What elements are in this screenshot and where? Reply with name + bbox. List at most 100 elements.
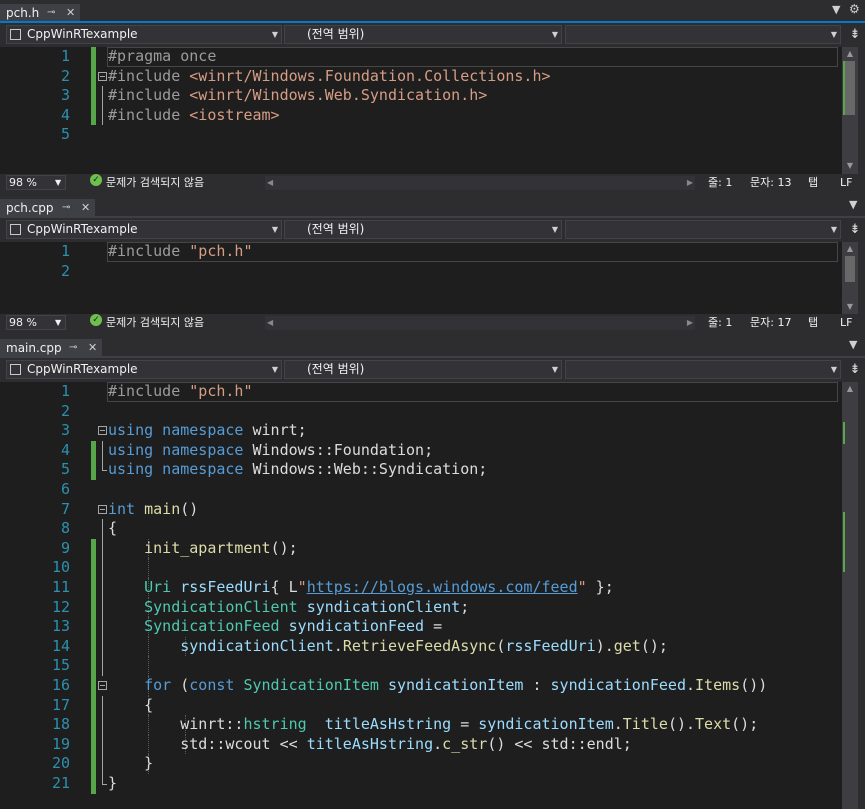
pin-icon[interactable]: ⊸ — [62, 199, 70, 217]
code-editor[interactable]: 1 #include "pch.h" 2 3 using namespace winrt… — [0, 382, 842, 809]
horizontal-scrollbar[interactable]: ◀ ▶ — [265, 176, 695, 190]
scroll-left-icon[interactable]: ◀ — [267, 316, 273, 330]
navigation-bar: CppWinRTexample ▼ (전역 범위) ▼ ▼ ⇟ — [0, 358, 865, 382]
code-line[interactable]: 17 { — [0, 695, 842, 716]
close-icon[interactable]: ✕ — [81, 199, 90, 217]
code-token: #include — [108, 242, 190, 260]
code-line[interactable]: 11 Uri rssFeedUri{ L"https://blogs.windo… — [0, 578, 842, 598]
collapse-icon[interactable] — [98, 504, 107, 514]
code-line[interactable]: 19 std::wcout << titleAsHstring.c_str() … — [0, 734, 842, 755]
code-line[interactable]: 10 — [0, 558, 842, 578]
scrollbar-thumb[interactable] — [845, 256, 855, 282]
code-line[interactable]: 13 SyndicationFeed syndicationFeed = — [0, 617, 842, 637]
scroll-right-icon[interactable]: ▶ — [687, 176, 693, 190]
vertical-scrollbar[interactable]: ▲ ▼ — [842, 47, 858, 174]
url-link[interactable]: https://blogs.windows.com/feed — [307, 578, 578, 596]
code-line[interactable]: 5 — [0, 125, 842, 145]
code-line[interactable]: 5 using namespace Windows::Web::Syndicati… — [0, 460, 842, 480]
scroll-left-icon[interactable]: ◀ — [267, 176, 273, 190]
close-icon[interactable]: ✕ — [88, 339, 97, 357]
code-line[interactable]: 2 — [0, 262, 842, 282]
pin-icon[interactable]: ⊸ — [47, 4, 55, 22]
collapse-icon[interactable] — [98, 681, 107, 690]
issues-status[interactable]: 문제가 검색되지 않음 — [106, 314, 204, 332]
chevron-down-icon: ▼ — [271, 30, 278, 39]
code-token: " — [297, 578, 307, 596]
line-number: 4 — [60, 440, 70, 459]
code-line[interactable]: 20 } — [0, 754, 842, 774]
scope-dropdown[interactable]: (전역 범위) ▼ — [284, 25, 562, 44]
code-line[interactable]: 18 winrt::hstring titleAsHstring = syndi… — [0, 715, 842, 735]
split-window-icon[interactable]: ⇟ — [847, 222, 863, 238]
line-ending-indicator: LF — [840, 316, 853, 329]
horizontal-scrollbar[interactable]: ◀ ▶ — [265, 316, 695, 330]
issues-status[interactable]: 문제가 검색되지 않음 — [106, 174, 204, 192]
member-dropdown[interactable]: ▼ — [565, 25, 841, 44]
project-dropdown[interactable]: CppWinRTexample ▼ — [6, 25, 282, 44]
scope-dropdown[interactable]: (전역 범위) ▼ — [284, 220, 562, 239]
code-line[interactable]: 14 syndicationClient.RetrieveFeedAsync(r… — [0, 636, 842, 657]
scroll-up-icon[interactable]: ▲ — [842, 384, 858, 393]
code-token: syndicationFeed — [288, 617, 425, 636]
code-line[interactable]: 12 SyndicationClient syndicationClient; — [0, 597, 842, 618]
vertical-scrollbar[interactable]: ▲ ▼ — [842, 242, 858, 314]
chevron-down-icon: ▼ — [551, 30, 558, 39]
code-line[interactable]: 2 — [0, 402, 842, 422]
close-icon[interactable]: ✕ — [66, 4, 75, 22]
code-line[interactable]: 4 #include <iostream> — [0, 105, 842, 126]
zoom-dropdown[interactable]: 98 % ▼ — [6, 175, 66, 190]
code-editor[interactable]: 1 #include "pch.h" 2 — [0, 242, 842, 314]
member-dropdown[interactable]: ▼ — [565, 360, 841, 379]
split-window-icon[interactable]: ⇟ — [847, 362, 863, 378]
code-line[interactable]: 8{ — [0, 519, 842, 539]
tab-main-cpp[interactable]: main.cpp ⊸ ✕ — [0, 339, 102, 357]
code-line[interactable]: 1 #pragma once — [0, 47, 842, 67]
tab-strip: pch.h ⊸ ✕ ▼ ⚙ — [0, 0, 865, 22]
collapse-icon[interactable] — [98, 426, 107, 436]
chevron-down-icon[interactable]: ▼ — [849, 338, 857, 351]
chevron-down-icon[interactable]: ▼ — [832, 3, 840, 16]
project-dropdown[interactable]: CppWinRTexample ▼ — [6, 220, 282, 239]
editor-pane-pch-h: pch.h ⊸ ✕ ▼ ⚙ CppWinRTexample ▼ (전역 범위) … — [0, 0, 865, 194]
pin-icon[interactable]: ⊸ — [69, 339, 77, 357]
chevron-down-icon: ▼ — [551, 225, 558, 234]
zoom-dropdown[interactable]: 98 % ▼ — [6, 315, 66, 330]
code-editor[interactable]: 1 #pragma once 2 #include <winrt/Windows.Fo… — [0, 47, 842, 174]
code-line[interactable]: 15 — [0, 656, 842, 676]
vertical-scrollbar[interactable]: ▲ — [842, 382, 858, 809]
chevron-down-icon[interactable]: ▼ — [849, 198, 857, 211]
scroll-up-icon[interactable]: ▲ — [842, 49, 858, 58]
code-text: #include "pch.h" — [108, 382, 253, 402]
gear-icon[interactable]: ⚙ — [849, 2, 860, 16]
scroll-down-icon[interactable]: ▼ — [842, 302, 858, 311]
code-text: #pragma once — [108, 47, 216, 67]
code-line[interactable]: 2 #include <winrt/Windows.Foundation.Coll… — [0, 66, 842, 87]
fold-guide — [102, 617, 103, 637]
code-line[interactable]: 16 for (const SyndicationItem syndicatio… — [0, 676, 842, 696]
scroll-right-icon[interactable]: ▶ — [687, 316, 693, 330]
code-line[interactable]: 21} — [0, 774, 842, 794]
collapse-icon[interactable] — [98, 71, 107, 81]
member-dropdown[interactable]: ▼ — [565, 220, 841, 239]
code-line[interactable]: 3 #include <winrt/Windows.Web.Syndication… — [0, 86, 842, 106]
scroll-down-icon[interactable]: ▼ — [842, 161, 858, 170]
scope-dropdown[interactable]: (전역 범위) ▼ — [284, 360, 562, 379]
tab-pch-h[interactable]: pch.h ⊸ ✕ — [0, 4, 80, 22]
code-line[interactable]: 4 using namespace Windows::Foundation; — [0, 440, 842, 461]
code-token: : — [523, 676, 551, 694]
code-line[interactable]: 3 using namespace winrt; — [0, 421, 842, 441]
code-line[interactable]: 1 #include "pch.h" — [0, 382, 842, 402]
scrollbar-thumb[interactable] — [845, 61, 855, 115]
code-line[interactable]: 1 #include "pch.h" — [0, 242, 842, 262]
code-line[interactable]: 6 — [0, 480, 842, 500]
project-dropdown[interactable]: CppWinRTexample ▼ — [6, 360, 282, 379]
code-token: #pragma once — [108, 47, 217, 65]
code-token: #include — [108, 66, 190, 85]
tab-pch-cpp[interactable]: pch.cpp ⊸ ✕ — [0, 199, 95, 217]
code-line[interactable]: 7 int main() — [0, 500, 842, 520]
scroll-up-icon[interactable]: ▲ — [842, 244, 858, 253]
fold-end — [102, 470, 107, 472]
code-line[interactable]: 9 init_apartment(); — [0, 538, 842, 559]
split-window-icon[interactable]: ⇟ — [847, 27, 863, 43]
